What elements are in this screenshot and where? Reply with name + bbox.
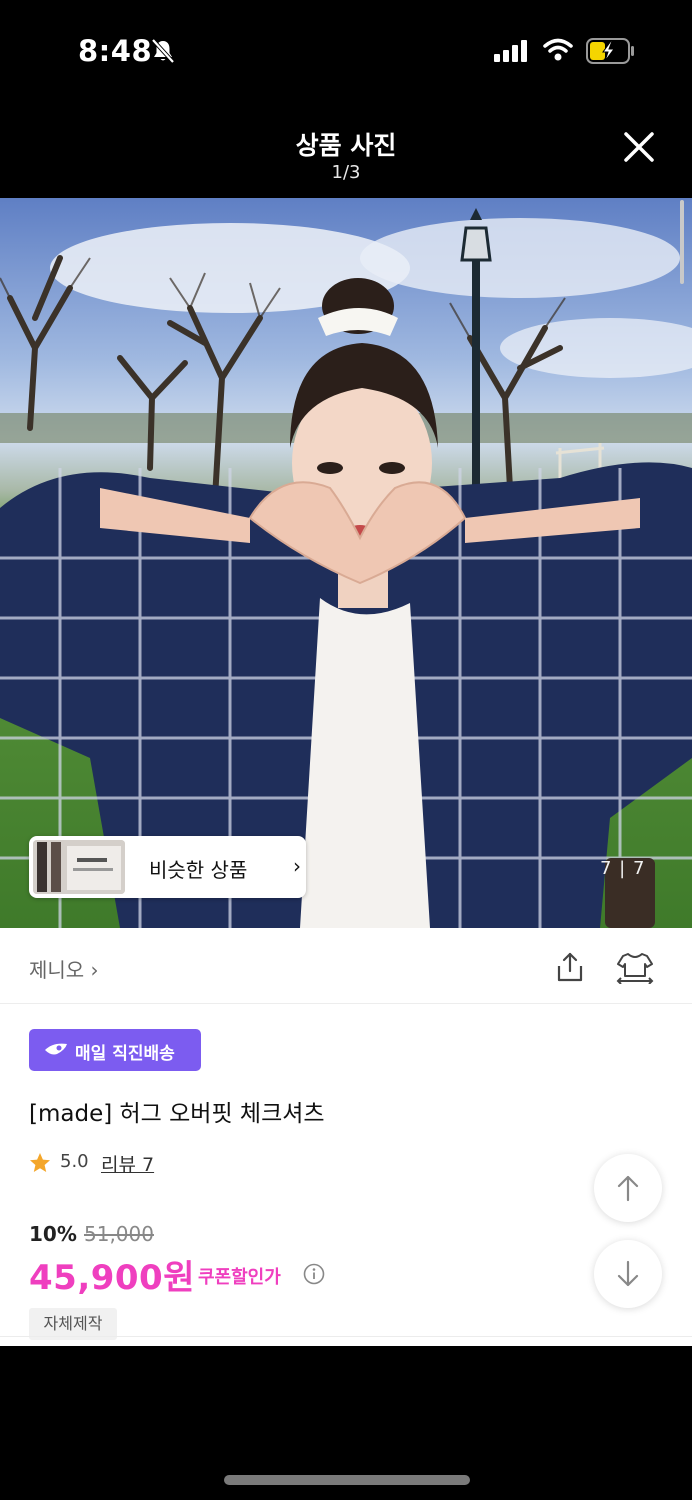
divider — [0, 1336, 692, 1337]
sale-price: 45,900원 — [29, 1258, 195, 1298]
scroll-down-button[interactable] — [594, 1240, 662, 1308]
arrow-down-icon — [617, 1260, 639, 1287]
discount-rate: 10% — [29, 1222, 77, 1246]
similar-products-button[interactable]: 비슷한 상품 › — [29, 836, 306, 898]
review-link[interactable]: 리뷰 7 — [101, 1150, 154, 1177]
close-button[interactable] — [620, 128, 658, 166]
star-icon — [29, 1152, 51, 1178]
cellular-signal-icon — [494, 40, 530, 66]
viewer-title: 상품 사진 — [295, 131, 397, 160]
rating-value: 5.0 — [60, 1151, 89, 1172]
product-photo[interactable] — [0, 198, 692, 928]
photo-counter: 7 | 7 — [600, 858, 646, 879]
photo-scroll-indicator — [680, 200, 684, 284]
arrow-up-icon — [617, 1175, 639, 1202]
try-on-button[interactable] — [614, 950, 656, 985]
original-price: 51,000 — [84, 1222, 154, 1246]
product-info-panel: 제니오 › 매일 직진배송 [made] 허그 오버핏 체크셔츠 5.0 리뷰 … — [0, 928, 692, 1346]
seller-row: 제니오 › — [0, 928, 692, 1004]
delivery-badge-label: 매일 직진배송 — [75, 1044, 175, 1064]
viewer-header: 상품 사진 1/3 — [0, 100, 692, 198]
info-icon[interactable] — [303, 1263, 325, 1285]
wifi-icon — [543, 38, 573, 66]
similar-products-label: 비슷한 상품 — [149, 858, 248, 882]
status-time: 8:48 — [78, 34, 153, 68]
scroll-up-button[interactable] — [594, 1154, 662, 1222]
similar-product-thumbnail — [33, 840, 125, 894]
share-button[interactable] — [553, 950, 587, 984]
coupon-price-label: 쿠폰할인가 — [198, 1267, 281, 1288]
product-photo-illustration — [0, 208, 692, 928]
status-bar: 8:48 — [0, 0, 692, 100]
seller-link[interactable]: 제니오 › — [29, 954, 99, 983]
product-title: [made] 허그 오버핏 체크셔츠 — [29, 1101, 325, 1127]
battery-charging-icon — [586, 38, 636, 68]
close-icon — [624, 132, 654, 162]
bell-slash-icon — [150, 38, 176, 68]
viewer-image-counter: 1/3 — [331, 162, 361, 183]
direct-delivery-badge: 매일 직진배송 — [29, 1029, 201, 1071]
home-indicator[interactable] — [224, 1475, 470, 1485]
try-on-icon — [616, 953, 654, 985]
share-icon — [557, 952, 583, 982]
delivery-icon — [43, 1040, 69, 1064]
chevron-right-icon: › — [293, 854, 301, 878]
